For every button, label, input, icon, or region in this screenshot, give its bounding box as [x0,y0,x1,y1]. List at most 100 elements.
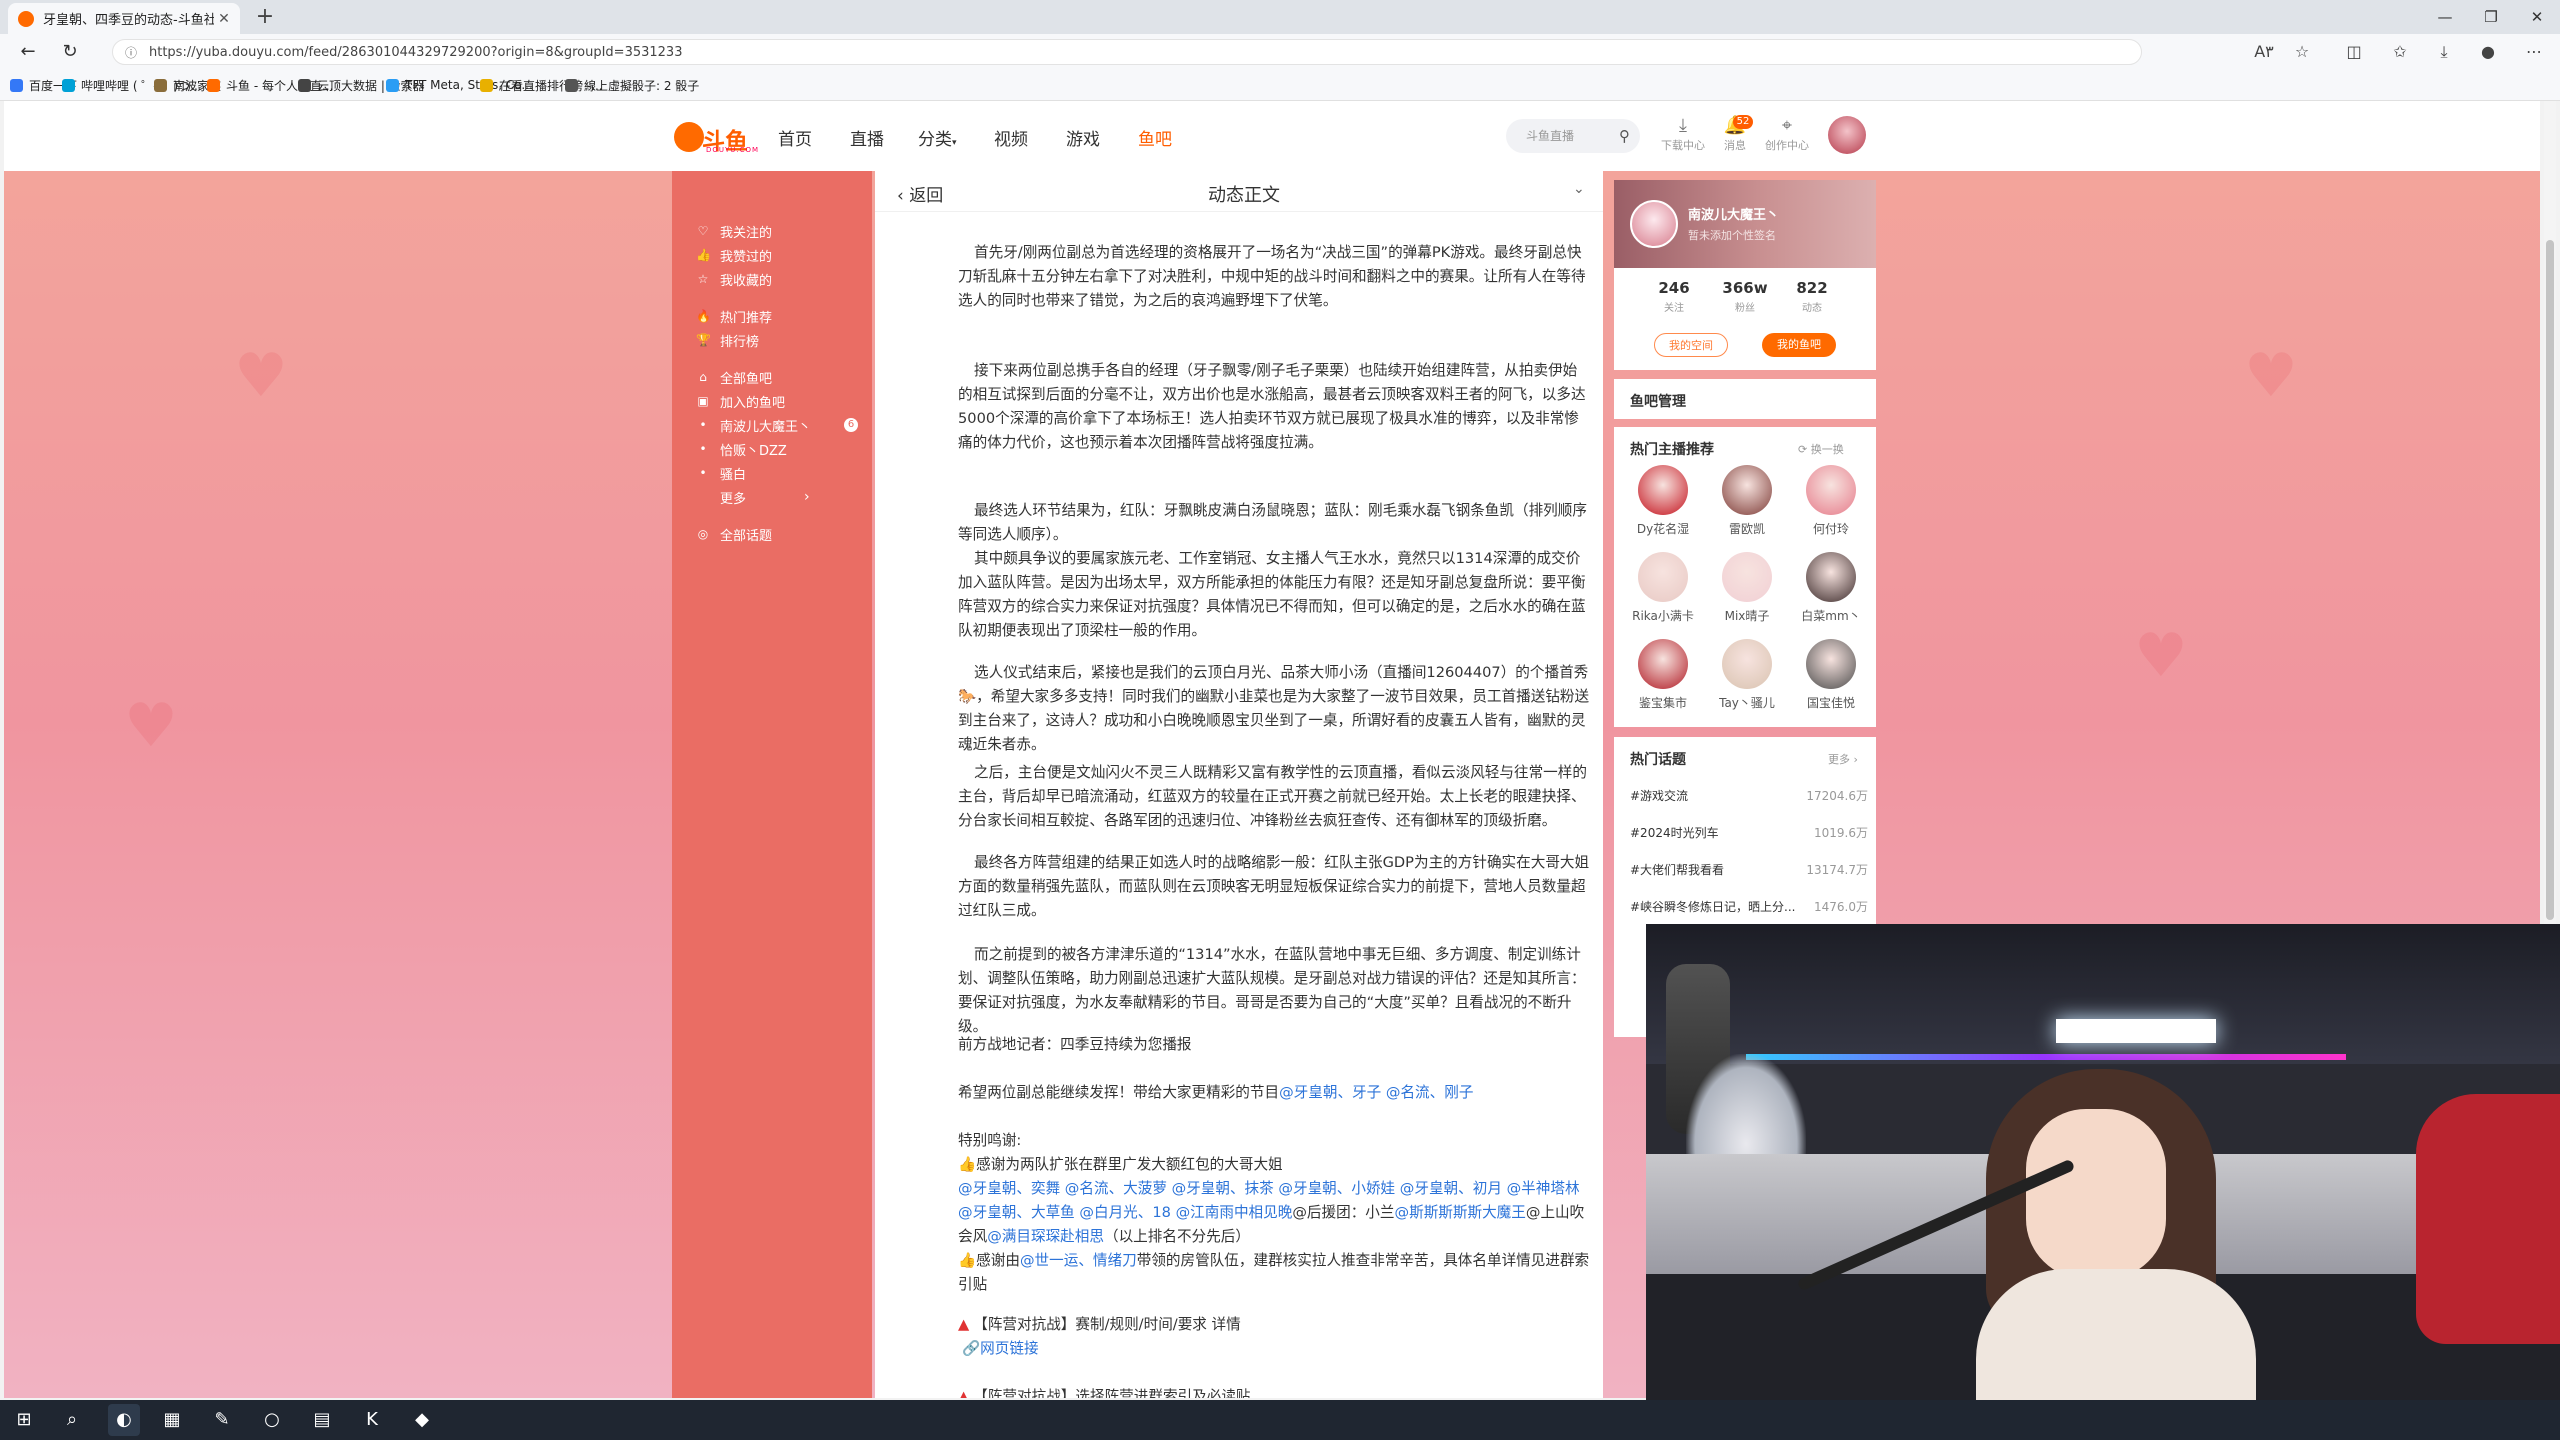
post-paragraph: 最终选人环节结果为，红队：牙飘眺皮满白汤鼠晓恩；蓝队：刚毛乘水磊飞钢条鱼凯（排列… [958,502,1587,543]
sidebar-item[interactable]: ▣ 加入的鱼吧 [696,391,785,411]
reload-icon[interactable]: ↻ [56,38,84,66]
app-icon-4[interactable]: ▤ [306,1404,338,1436]
bookmark-favicon-icon [298,78,311,92]
anchor-item[interactable]: Mix晴子 [1704,552,1790,624]
sidebar-item[interactable]: 更多 › [696,487,810,507]
topic-item[interactable]: #游戏交流 17204.6万 [1630,787,1868,804]
sidebar-item[interactable]: • 恰贩丶DZZ [696,439,786,459]
edge-browser-icon[interactable]: ◐ [108,1404,140,1436]
read-aloud-icon[interactable]: A٣ [2250,38,2278,66]
download-center[interactable]: ⤓ 下载中心 [1658,115,1708,153]
scrollbar-thumb[interactable] [2546,240,2554,920]
nav-category[interactable]: 分类▾ [918,125,957,150]
anchor-item[interactable]: Tay丶骚儿 [1704,639,1790,711]
mention-link[interactable]: @世一运、情绪刀 [1020,1252,1137,1269]
anchor-item[interactable]: 白菜mm丶 [1788,552,1874,624]
thanks-note: （以上排名不分先后） [1103,1228,1250,1245]
topic-item[interactable]: #2024时光列车 1019.6万 [1630,824,1868,841]
search-icon[interactable]: ⌕ [56,1404,88,1436]
split-screen-icon[interactable]: ◫ [2340,38,2368,66]
app-icon-5[interactable]: K [356,1404,388,1436]
sidebar-item[interactable]: 🏆 排行榜 [696,330,759,350]
stat-following[interactable]: 246 关注 [1644,279,1704,314]
my-space-button[interactable]: 我的空间 [1654,333,1728,357]
close-window-icon[interactable]: ✕ [2514,4,2560,30]
info-icon[interactable]: ⓘ [125,40,137,66]
anchor-item[interactable]: 国宝佳悦 [1788,639,1874,711]
creator-center-label: 创作中心 [1765,139,1809,152]
topic-item[interactable]: #大佬们帮我看看 13174.7万 [1630,861,1868,878]
more-menu-icon[interactable]: ⋯ [2520,38,2548,66]
sidebar-item[interactable]: ◎ 全部话题 [696,524,772,544]
anchor-item[interactable]: Rika小满卡 [1620,552,1706,624]
favorite-star-icon[interactable]: ☆ [2288,38,2316,66]
left-sidebar [672,171,872,1398]
nav-video[interactable]: 视频 [994,125,1028,150]
sidebar-item[interactable]: ♡ 我关注的 [696,221,772,241]
nav-home[interactable]: 首页 [778,125,812,150]
mention-link[interactable]: @斯斯斯斯斯大魔王 [1395,1204,1526,1221]
bookmark-item[interactable]: 線上虛擬骰子: 2 骰子 [565,74,699,96]
post-paragraph: 最终各方阵营组建的结果正如选人时的战略缩影一般：红队主张GDP为主的方针确实在大… [958,854,1590,919]
sidebar-item[interactable]: 👍 我赞过的 [696,245,772,265]
nav-live[interactable]: 直播 [850,125,884,150]
anchor-avatar [1638,552,1688,602]
tab-close-icon[interactable]: ✕ [214,11,234,27]
app-icon-2[interactable]: ✎ [206,1404,238,1436]
sidebar-item[interactable]: 🔥 热门推荐 [696,306,772,326]
messages-label: 消息 [1724,139,1746,152]
anchor-item[interactable]: Dy花名湿 [1620,465,1706,537]
sidebar-item-icon: 🏆 [696,333,711,347]
douyu-logo[interactable]: 斗鱼 DOUYU.COM [674,120,758,155]
anchor-item[interactable]: 雷欧凯 [1704,465,1790,537]
yuba-manage-card[interactable]: 鱼吧管理 [1614,379,1876,419]
windows-start-icon[interactable]: ⊞ [8,1404,40,1436]
mention-link[interactable]: @满目琛琛赴相思 [987,1228,1104,1245]
browser-tab[interactable]: 牙皇朝、四季豆的动态-斗鱼社区 ✕ [8,3,240,34]
search-icon[interactable]: ⚲ [1619,119,1630,153]
anchor-item[interactable]: 何付玲 [1788,465,1874,537]
mention-link[interactable]: @牙皇朝、牙子 @名流、刚子 [1279,1084,1473,1101]
profile-name[interactable]: 南波儿大魔王丶 [1688,204,1779,223]
user-avatar[interactable] [1828,116,1866,154]
caret-down-icon: ▾ [952,138,957,148]
url-input[interactable]: ⓘ https://yuba.douyu.com/feed/2863010443… [112,39,2142,65]
link-icon: 🔗 [962,1340,981,1357]
section-label: 【阵营对抗战】赛制/规则/时间/要求 详情 [973,1316,1241,1333]
maximize-icon[interactable]: ❐ [2468,4,2514,30]
sidebar-item[interactable]: • 南波儿大魔王丶 6 [696,415,858,435]
heart-decoration-icon: ♥ [234,341,288,411]
new-tab-button[interactable]: + [252,4,278,30]
topic-item[interactable]: #峡谷瞬冬修炼日记，晒上分... 1476.0万 [1630,898,1868,915]
app-icon-3[interactable]: ○ [256,1404,288,1436]
topic-value: 1476.0万 [1814,900,1868,914]
topic-name: #游戏交流 [1630,789,1689,803]
profile-avatar-icon[interactable]: ● [2474,38,2502,66]
sidebar-item[interactable]: ☆ 我收藏的 [696,269,772,289]
download-icon[interactable]: ⤓ [2430,38,2458,66]
heart-decoration-icon: ♥ [2134,621,2188,691]
sidebar-item[interactable]: • 骚白 [696,463,746,483]
my-yuba-button[interactable]: 我的鱼吧 [1762,333,1836,357]
profile-avatar[interactable] [1630,200,1678,248]
search-input[interactable]: 斗鱼直播 ⚲ [1506,119,1640,153]
app-icon-1[interactable]: ▦ [156,1404,188,1436]
creator-center[interactable]: ⌖ 创作中心 [1762,115,1812,153]
app-icon-6[interactable]: ◆ [406,1404,438,1436]
sidebar-item-icon: ☆ [697,272,709,286]
favorites-icon[interactable]: ✩ [2386,38,2414,66]
web-link[interactable]: 🔗网页链接 [962,1337,1039,1358]
nav-yuba[interactable]: 鱼吧 [1138,125,1172,150]
sidebar-item[interactable]: ⌂ 全部鱼吧 [696,367,772,387]
chevron-down-icon[interactable]: ⌄ [1573,181,1585,197]
stat-fans[interactable]: 366w 粉丝 [1715,279,1775,314]
back-icon[interactable]: ← [14,38,42,66]
stat-label: 粉丝 [1735,303,1755,314]
refresh-button[interactable]: ⟳ 换一换 [1798,441,1844,457]
nav-games[interactable]: 游戏 [1066,125,1100,150]
stat-posts[interactable]: 822 动态 [1782,279,1842,314]
anchor-item[interactable]: 鉴宝集市 [1620,639,1706,711]
more-topics-link[interactable]: 更多 › [1828,751,1858,767]
minimize-icon[interactable]: — [2422,4,2468,30]
back-button[interactable]: ‹ 返回 [897,181,943,206]
